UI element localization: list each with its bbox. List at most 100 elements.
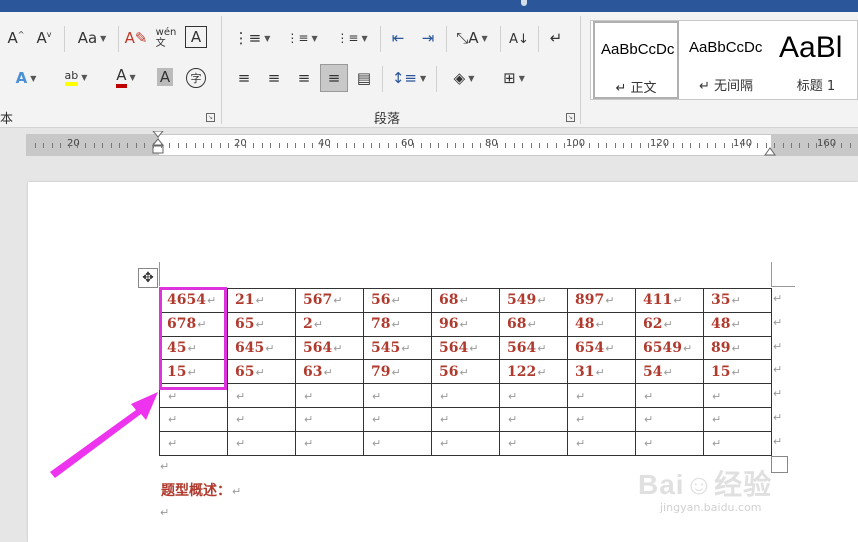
table-cell[interactable]: 654↵ (567, 335, 636, 361)
table-cell[interactable]: 68↵ (431, 288, 500, 313)
font-dialog-launcher[interactable]: ↘ (206, 113, 215, 122)
table-cell[interactable]: ↵ (227, 430, 296, 456)
table-cell[interactable]: ↵ (567, 430, 636, 456)
borders-button[interactable]: ⊞ ▼ (492, 66, 536, 90)
table-cell[interactable]: ↵ (431, 406, 500, 432)
paragraph-dialog-launcher[interactable]: ↘ (566, 113, 575, 122)
table-cell[interactable]: 564↵ (499, 335, 568, 361)
table-cell[interactable]: 549↵ (499, 288, 568, 313)
table-cell[interactable]: 68↵ (499, 311, 568, 337)
table-cell[interactable]: 122↵ (499, 359, 568, 385)
cell-mark: ↵ (731, 341, 741, 355)
style-no-spacing[interactable]: AaBbCcDc ↵ 无间隔 (683, 21, 769, 99)
table-cell[interactable]: 15↵ (703, 359, 772, 385)
table-cell[interactable]: 567↵ (295, 288, 364, 313)
shading-button[interactable]: ◈ ▼ (442, 66, 486, 90)
table-cell[interactable]: 79↵ (363, 359, 432, 385)
phonetic-guide-button[interactable]: wén 文 (154, 24, 178, 52)
table-cell[interactable]: ↵ (499, 406, 568, 432)
table-cell[interactable]: ↵ (227, 406, 296, 432)
table-cell[interactable]: ↵ (635, 406, 704, 432)
table-cell[interactable]: 63↵ (295, 359, 364, 385)
number-table[interactable]: 4654↵ 21↵ 567↵ 56↵ 68↵ 549↵ 897↵ 411↵ 35↵ 678↵ 65↵… (159, 288, 772, 456)
pin-icon[interactable] (521, 0, 527, 6)
table-cell[interactable]: ↵ (499, 383, 568, 408)
ruler-tick (135, 143, 137, 148)
table-cell[interactable]: 35↵ (703, 288, 772, 313)
table-cell[interactable]: ↵ (295, 430, 364, 456)
multilevel-button[interactable]: ⋮≡ ▼ (330, 26, 374, 50)
table-cell[interactable]: ↵ (703, 383, 772, 408)
table-cell[interactable]: 6549↵ (635, 335, 704, 361)
table-cell[interactable]: 564↵ (431, 335, 500, 361)
ruler-tick (93, 143, 95, 148)
line-spacing-button[interactable]: ↕≡ ▼ (388, 66, 430, 90)
table-cell[interactable]: 645↵ (227, 335, 296, 361)
table-cell[interactable]: ↵ (567, 383, 636, 408)
table-cell[interactable]: ↵ (703, 430, 772, 456)
table-cell[interactable]: 2↵ (295, 311, 364, 337)
table-cell[interactable]: 78↵ (363, 311, 432, 337)
cell-value: 62 (643, 316, 663, 333)
enclose-char-button[interactable]: 字 (184, 66, 208, 90)
table-cell[interactable]: ↵ (363, 383, 432, 408)
table-cell[interactable]: ↵ (499, 430, 568, 456)
table-cell[interactable]: ↵ (431, 430, 500, 456)
char-shading-button[interactable]: A (154, 66, 176, 88)
table-cell[interactable]: ↵ (431, 383, 500, 408)
align-right-button[interactable]: ≡ (292, 66, 316, 90)
horizontal-ruler[interactable]: 20 20 40 60 80 100 120 140 160 (26, 131, 858, 156)
table-cell[interactable]: 54↵ (635, 359, 704, 385)
char-border-button[interactable]: A (185, 26, 207, 48)
table-cell[interactable]: 56↵ (363, 288, 432, 313)
table-cell[interactable]: ↵ (295, 383, 364, 408)
table-cell[interactable]: ↵ (227, 383, 296, 408)
table-cell[interactable]: 96↵ (431, 311, 500, 337)
justify-button[interactable]: ≡ (320, 64, 348, 92)
bullets-button[interactable]: ⋮≡ ▼ (230, 26, 274, 50)
align-left-button[interactable]: ≡ (232, 66, 256, 90)
clear-format-button[interactable]: A✎ (124, 26, 148, 50)
table-cell[interactable]: ↵ (295, 406, 364, 432)
table-cell[interactable]: 411↵ (635, 288, 704, 313)
table-cell[interactable]: ↵ (567, 406, 636, 432)
distribute-button[interactable]: ▤ (352, 66, 376, 90)
table-cell[interactable]: ↵ (363, 406, 432, 432)
numbering-button[interactable]: ⋮≡ ▼ (280, 26, 324, 50)
table-cell[interactable]: 31↵ (567, 359, 636, 385)
table-cell[interactable]: ↵ (703, 406, 772, 432)
table-cell[interactable]: ↵ (635, 430, 704, 456)
selection-highlight-box (159, 287, 227, 390)
highlight-button[interactable]: ab ▼ (54, 64, 98, 90)
grow-font-icon: A^ (7, 29, 25, 47)
table-cell[interactable]: 56↵ (431, 359, 500, 385)
table-cell[interactable]: 48↵ (567, 311, 636, 337)
cell-value: 654 (575, 339, 605, 356)
table-cell[interactable]: 48↵ (703, 311, 772, 337)
style-normal[interactable]: AaBbCcDc ↵ 正文 (593, 21, 679, 99)
table-cell[interactable]: 545↵ (363, 335, 432, 361)
table-cell[interactable]: 65↵ (227, 311, 296, 337)
text-effects-button[interactable]: A ▼ (4, 66, 48, 90)
table-cell[interactable]: 897↵ (567, 288, 636, 313)
font-color-button[interactable]: A ▼ (104, 64, 148, 90)
table-cell[interactable]: ↵ (635, 383, 704, 408)
increase-indent-button[interactable]: ⇥ (416, 26, 440, 50)
table-cell[interactable]: 65↵ (227, 359, 296, 385)
decrease-indent-button[interactable]: ⇤ (386, 26, 410, 50)
show-marks-button[interactable]: ↵ (544, 26, 568, 50)
shrink-font-button[interactable]: Av (32, 26, 56, 50)
table-cell[interactable]: 89↵ (703, 335, 772, 361)
align-center-button[interactable]: ≡ (262, 66, 286, 90)
change-case-button[interactable]: Aa ▼ (70, 26, 114, 50)
table-cell[interactable]: ↵ (363, 430, 432, 456)
table-cell[interactable]: 21↵ (227, 288, 296, 313)
sort-button[interactable]: A↓ (506, 26, 532, 52)
summary-heading[interactable]: 题型概述：↵ (161, 480, 241, 500)
asian-layout-button[interactable]: ⤡A ▼ (452, 26, 492, 50)
style-heading-1[interactable]: AaBl 标题 1 (773, 21, 858, 99)
grow-font-button[interactable]: A^ (4, 26, 28, 50)
table-cell[interactable]: 564↵ (295, 335, 364, 361)
table-cell[interactable]: 62↵ (635, 311, 704, 337)
table-move-handle[interactable]: ✥ (138, 268, 158, 288)
